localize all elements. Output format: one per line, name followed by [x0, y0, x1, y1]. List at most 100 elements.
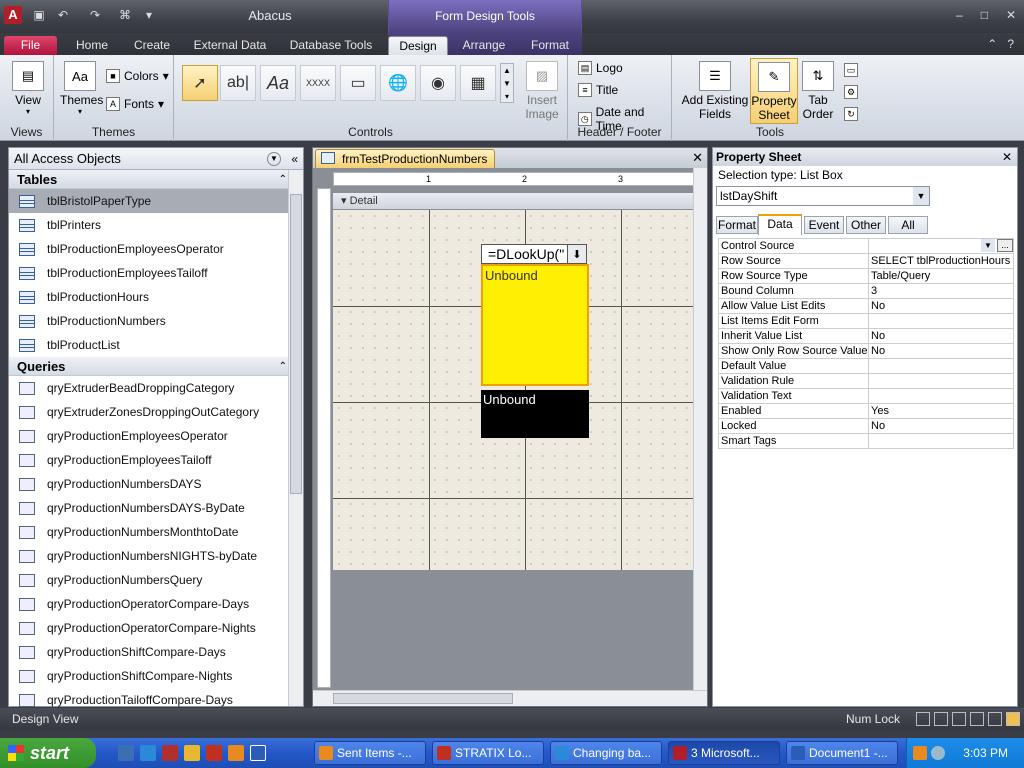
- tab-control-icon[interactable]: ▭: [340, 65, 376, 101]
- nav-item-query[interactable]: qryProductionOperatorCompare-Days: [9, 592, 303, 616]
- tray-outlook-icon[interactable]: [913, 746, 927, 760]
- detail-section-canvas[interactable]: =DLookUp(" ⬇ Unbound Unbound: [333, 210, 695, 570]
- nav-item-query[interactable]: qryProductionEmployeesTailoff: [9, 448, 303, 472]
- design-view-icon[interactable]: [1006, 712, 1020, 726]
- property-value[interactable]: [868, 373, 1014, 389]
- builder-ellipsis-button[interactable]: ...: [997, 239, 1013, 252]
- property-row[interactable]: Validation Rule: [718, 373, 1014, 389]
- combo-arrow-icon[interactable]: ⬇: [567, 244, 587, 264]
- undo-icon[interactable]: ↶: [54, 6, 72, 24]
- form-vertical-scrollbar[interactable]: [693, 168, 707, 690]
- property-value[interactable]: ▼...: [868, 238, 1014, 254]
- app-icon[interactable]: [206, 745, 222, 761]
- unbound-textbox[interactable]: Unbound: [481, 390, 589, 438]
- nav-item-query[interactable]: qryProductionShiftCompare-Days: [9, 640, 303, 664]
- minimize-ribbon-icon[interactable]: ⌃: [987, 37, 997, 51]
- close-document-icon[interactable]: ✕: [692, 150, 703, 166]
- pivot-view-icon[interactable]: [970, 712, 984, 726]
- internet-explorer-icon[interactable]: [140, 745, 156, 761]
- folder-icon[interactable]: [184, 745, 200, 761]
- save-icon[interactable]: ▣: [30, 6, 48, 24]
- property-value[interactable]: No: [868, 418, 1014, 434]
- selected-control-dropdown[interactable]: lstDayShift ▼: [716, 186, 930, 206]
- tab-event-props[interactable]: Event: [804, 216, 844, 234]
- nav-item-query[interactable]: qryProductionNumbersNIGHTS-byDate: [9, 544, 303, 568]
- property-row[interactable]: Validation Text: [718, 388, 1014, 404]
- subform-icon[interactable]: ▭: [844, 63, 858, 77]
- property-row[interactable]: Allow Value List Edits No: [718, 298, 1014, 314]
- nav-item-table[interactable]: tblProductionEmployeesOperator: [9, 237, 303, 261]
- nav-item-query[interactable]: qryProductionOperatorCompare-Nights: [9, 616, 303, 640]
- nav-item-table[interactable]: tblProductList: [9, 333, 303, 357]
- property-row[interactable]: Default Value: [718, 358, 1014, 374]
- nav-item-table[interactable]: tblBristolPaperType: [9, 189, 303, 213]
- datasheet-view-icon[interactable]: [934, 712, 948, 726]
- tab-design[interactable]: Design: [388, 36, 448, 55]
- nav-menu-dropdown-icon[interactable]: ▼: [267, 152, 281, 166]
- property-value[interactable]: [868, 388, 1014, 404]
- tab-other-props[interactable]: Other: [846, 216, 886, 234]
- form-document-tab[interactable]: frmTestProductionNumbers: [315, 149, 495, 168]
- nav-item-query[interactable]: qryProductionNumbersQuery: [9, 568, 303, 592]
- task-microsoft-access[interactable]: 3 Microsoft...: [668, 741, 780, 765]
- view-code-icon[interactable]: ⚙: [844, 85, 858, 99]
- minimize-button[interactable]: –: [956, 8, 963, 22]
- property-value[interactable]: No: [868, 343, 1014, 359]
- property-row[interactable]: Show Only Row Source Values No: [718, 343, 1014, 359]
- form-horizontal-scrollbar[interactable]: [313, 690, 707, 706]
- task-changing[interactable]: Changing ba...: [550, 741, 662, 765]
- quick-access-tool-icon[interactable]: ⌘: [116, 6, 134, 24]
- property-value[interactable]: Table/Query: [868, 268, 1014, 284]
- collapse-tables-icon[interactable]: ⌃: [279, 170, 287, 189]
- colors-button[interactable]: ■ Colors ▾: [106, 69, 169, 83]
- hyperlink-control-icon[interactable]: 🌐: [380, 65, 416, 101]
- tab-arrange[interactable]: Arrange: [456, 36, 512, 55]
- tab-order-button[interactable]: ⇅ Tab Order: [800, 61, 836, 121]
- tab-database-tools[interactable]: Database Tools: [282, 36, 380, 55]
- nav-item-query[interactable]: qryExtruderZonesDroppingOutCategory: [9, 400, 303, 424]
- nav-scroll-thumb[interactable]: [290, 194, 302, 494]
- controls-gallery-scroll[interactable]: ▲ ▼ ▾: [500, 63, 514, 103]
- close-property-sheet-icon[interactable]: ✕: [1002, 148, 1012, 166]
- tab-format-props[interactable]: Format: [716, 216, 758, 234]
- nav-pane-header[interactable]: All Access Objects ▼ «: [9, 148, 303, 170]
- show-desktop-icon[interactable]: [118, 745, 134, 761]
- customize-quick-access-icon[interactable]: ▾: [140, 6, 158, 24]
- tab-all-props[interactable]: All: [888, 216, 928, 234]
- nav-item-table[interactable]: tblProductionEmployeesTailoff: [9, 261, 303, 285]
- property-value[interactable]: SELECT tblProductionHours: [868, 253, 1014, 269]
- task-document1[interactable]: Document1 -...: [786, 741, 898, 765]
- property-row[interactable]: Control Source ▼...: [718, 238, 1014, 254]
- task-stratix[interactable]: STRATIX Lo...: [432, 741, 544, 765]
- property-value[interactable]: No: [868, 328, 1014, 344]
- property-row[interactable]: Row Source SELECT tblProductionHours: [718, 253, 1014, 269]
- shutter-bar-close-icon[interactable]: «: [291, 148, 298, 170]
- outlook-icon[interactable]: [228, 745, 244, 761]
- form-hscroll-thumb[interactable]: [333, 693, 513, 704]
- layout-view-icon[interactable]: [952, 712, 966, 726]
- form-view-icon[interactable]: [916, 712, 930, 726]
- label-control-icon[interactable]: Aa: [260, 65, 296, 101]
- detail-section-bar[interactable]: ▾ Detail: [333, 193, 695, 209]
- property-value[interactable]: [868, 358, 1014, 374]
- access-logo-icon[interactable]: A: [4, 6, 22, 24]
- nav-item-query[interactable]: qryProductionNumbersMonthtoDate: [9, 520, 303, 544]
- property-value[interactable]: [868, 313, 1014, 329]
- tab-create[interactable]: Create: [126, 36, 178, 55]
- nav-pane-scrollbar[interactable]: [288, 170, 303, 706]
- button-control-icon[interactable]: XXXX: [300, 65, 336, 101]
- nav-item-table[interactable]: tblProductionNumbers: [9, 309, 303, 333]
- nav-item-query[interactable]: qryProductionShiftCompare-Nights: [9, 664, 303, 688]
- tab-external-data[interactable]: External Data: [186, 36, 274, 55]
- property-value[interactable]: Yes: [868, 403, 1014, 419]
- view-button[interactable]: ▤ View ▾: [10, 61, 46, 116]
- chevron-down-icon[interactable]: ▼: [981, 239, 995, 252]
- tab-data-props[interactable]: Data: [758, 214, 802, 235]
- property-value[interactable]: No: [868, 298, 1014, 314]
- add-existing-fields-button[interactable]: ☰ Add Existing Fields: [680, 61, 750, 121]
- property-row[interactable]: Row Source Type Table/Query: [718, 268, 1014, 284]
- queries-section-header[interactable]: Queries ⌃: [9, 357, 303, 376]
- nav-item-query[interactable]: qryExtruderBeadDroppingCategory: [9, 376, 303, 400]
- property-row[interactable]: Smart Tags: [718, 433, 1014, 449]
- themes-button[interactable]: Aa Themes ▾: [60, 61, 103, 116]
